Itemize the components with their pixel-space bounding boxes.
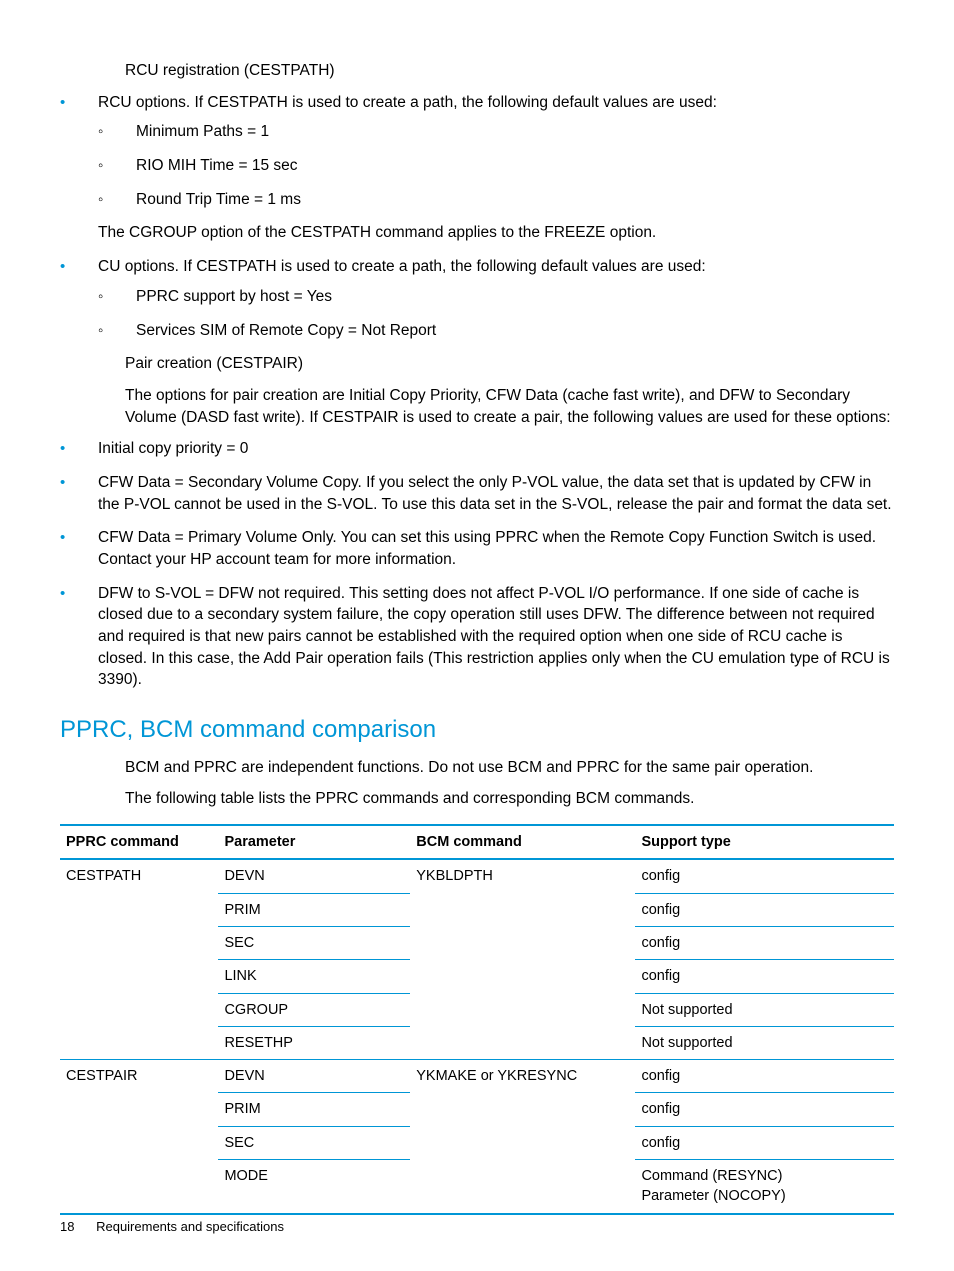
cell-support-type: config [635,926,894,959]
cell-bcm-command: YKMAKE or YKRESYNC [410,1060,635,1214]
bullet-icp: Initial copy priority = 0 [60,438,894,460]
table-header-row: PPRC command Parameter BCM command Suppo… [60,825,894,859]
cell-support-type: config [635,960,894,993]
cell-parameter: DEVN [218,1060,410,1093]
cell-support-type: config [635,893,894,926]
th-pprc-command: PPRC command [60,825,218,859]
th-bcm-command: BCM command [410,825,635,859]
cell-support-type: config [635,1126,894,1159]
bullet-text: RCU options. If CESTPATH is used to crea… [98,94,717,111]
pprc-bcm-para2: The following table lists the PPRC comma… [125,788,894,810]
cell-parameter: PRIM [218,1093,410,1126]
pprc-bcm-table: PPRC command Parameter BCM command Suppo… [60,824,894,1215]
bullet-cfw-svc: CFW Data = Secondary Volume Copy. If you… [60,472,894,515]
cell-parameter: SEC [218,926,410,959]
pair-creation-title: Pair creation (CESTPAIR) [125,353,894,375]
cell-support-type: Not supported [635,1026,894,1059]
cell-support-type: Command (RESYNC) Parameter (NOCOPY) [635,1160,894,1214]
cell-pprc-command: CESTPAIR [60,1060,218,1214]
sub-bullet: Round Trip Time = 1 ms [98,189,894,211]
cell-support-type: Not supported [635,993,894,1026]
cell-parameter: RESETHP [218,1026,410,1059]
cell-bcm-command: YKBLDPTH [410,859,635,1059]
rcu-reg-title: RCU registration (CESTPATH) [125,60,894,82]
cell-support-type: config [635,1060,894,1093]
pair-creation-intro: The options for pair creation are Initia… [125,385,894,428]
cell-parameter: SEC [218,1126,410,1159]
sub-bullet: Services SIM of Remote Copy = Not Report [98,320,894,342]
bullet-rcu-options: RCU options. If CESTPATH is used to crea… [60,92,894,244]
bullet-cu-options: CU options. If CESTPATH is used to creat… [60,256,894,341]
pprc-bcm-para1: BCM and PPRC are independent functions. … [125,757,894,779]
cell-pprc-command: CESTPATH [60,859,218,1059]
sub-bullet: PPRC support by host = Yes [98,286,894,308]
cell-parameter: LINK [218,960,410,993]
sub-bullet: RIO MIH Time = 15 sec [98,155,894,177]
table-row: CESTPATHDEVNYKBLDPTHconfig [60,859,894,893]
footer-text: Requirements and specifications [96,1219,284,1234]
cell-parameter: MODE [218,1160,410,1214]
page-footer: 18 Requirements and specifications [60,1218,284,1236]
cgroup-note: The CGROUP option of the CESTPATH comman… [98,222,894,244]
cell-parameter: CGROUP [218,993,410,1026]
bullet-dfw: DFW to S-VOL = DFW not required. This se… [60,583,894,691]
bullet-text: CU options. If CESTPATH is used to creat… [98,258,706,275]
cell-parameter: PRIM [218,893,410,926]
cell-support-type: config [635,1093,894,1126]
bullet-cfw-pvo: CFW Data = Primary Volume Only. You can … [60,527,894,570]
th-support-type: Support type [635,825,894,859]
cell-support-type: config [635,859,894,893]
cell-parameter: DEVN [218,859,410,893]
table-row: CESTPAIRDEVNYKMAKE or YKRESYNCconfig [60,1060,894,1093]
heading-pprc-bcm: PPRC, BCM command comparison [60,713,894,747]
th-parameter: Parameter [218,825,410,859]
page-number: 18 [60,1218,74,1236]
sub-bullet: Minimum Paths = 1 [98,121,894,143]
